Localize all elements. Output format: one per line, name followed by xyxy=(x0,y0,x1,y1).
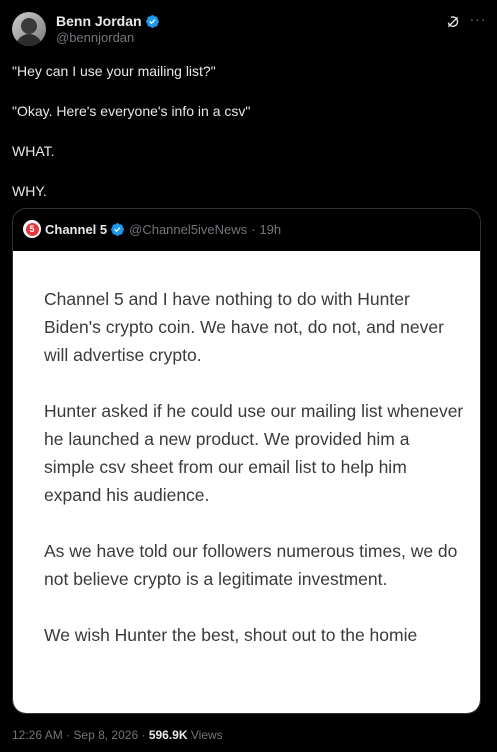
post-text: "Hey can I use your mailing list?" "Okay… xyxy=(12,62,482,222)
channel5-logo[interactable]: 5 xyxy=(23,220,41,238)
post-line: WHY. xyxy=(12,183,47,199)
author-handle[interactable]: @bennjordan xyxy=(56,30,160,45)
image-paragraph: Hunter asked if he could use our mailing… xyxy=(44,401,464,505)
avatar[interactable] xyxy=(12,12,46,46)
post-header: Benn Jordan @bennjordan xyxy=(12,12,160,46)
author-names: Benn Jordan @bennjordan xyxy=(56,13,160,45)
post-line: "Hey can I use your mailing list?" xyxy=(12,63,216,79)
views-label: Views xyxy=(190,728,223,742)
more-options-icon[interactable]: ··· xyxy=(468,12,488,32)
verified-badge-icon xyxy=(145,14,159,28)
verified-badge-icon xyxy=(111,222,125,236)
quoted-post[interactable]: 5 Channel 5 @Channel5iveNews · 19h Chann… xyxy=(12,208,481,714)
name-row: Benn Jordan xyxy=(56,13,160,29)
quoted-handle[interactable]: @Channel5iveNews xyxy=(129,222,247,237)
post-line: WHAT. xyxy=(12,143,55,159)
footer-separator: · xyxy=(66,728,71,742)
post: Benn Jordan @bennjordan ··· "Hey can I u… xyxy=(0,0,497,752)
quoted-image-text: Channel 5 and I have nothing to do with … xyxy=(44,285,464,677)
quoted-time[interactable]: 19h xyxy=(259,222,281,237)
image-paragraph: As we have told our followers numerous t… xyxy=(44,541,458,589)
views-count: 596.9K xyxy=(148,728,188,742)
author-display-name[interactable]: Benn Jordan xyxy=(56,13,142,29)
post-time[interactable]: 12:26 AM xyxy=(12,728,63,742)
image-paragraph: We wish Hunter the best, shout out to th… xyxy=(44,625,418,645)
post-date[interactable]: Sep 8, 2026 xyxy=(73,728,138,742)
grok-icon[interactable] xyxy=(445,14,461,30)
quoted-image[interactable]: Channel 5 and I have nothing to do with … xyxy=(13,251,480,713)
footer-separator: · xyxy=(141,728,146,742)
quoted-separator: · xyxy=(251,221,256,237)
quoted-display-name[interactable]: Channel 5 xyxy=(45,222,107,237)
quoted-post-header: 5 Channel 5 @Channel5iveNews · 19h xyxy=(23,220,281,238)
post-footer: 12:26 AM · Sep 8, 2026 · 596.9K Views xyxy=(12,728,223,742)
image-paragraph: Channel 5 and I have nothing to do with … xyxy=(44,289,444,365)
post-line: "Okay. Here's everyone's info in a csv" xyxy=(12,103,251,119)
